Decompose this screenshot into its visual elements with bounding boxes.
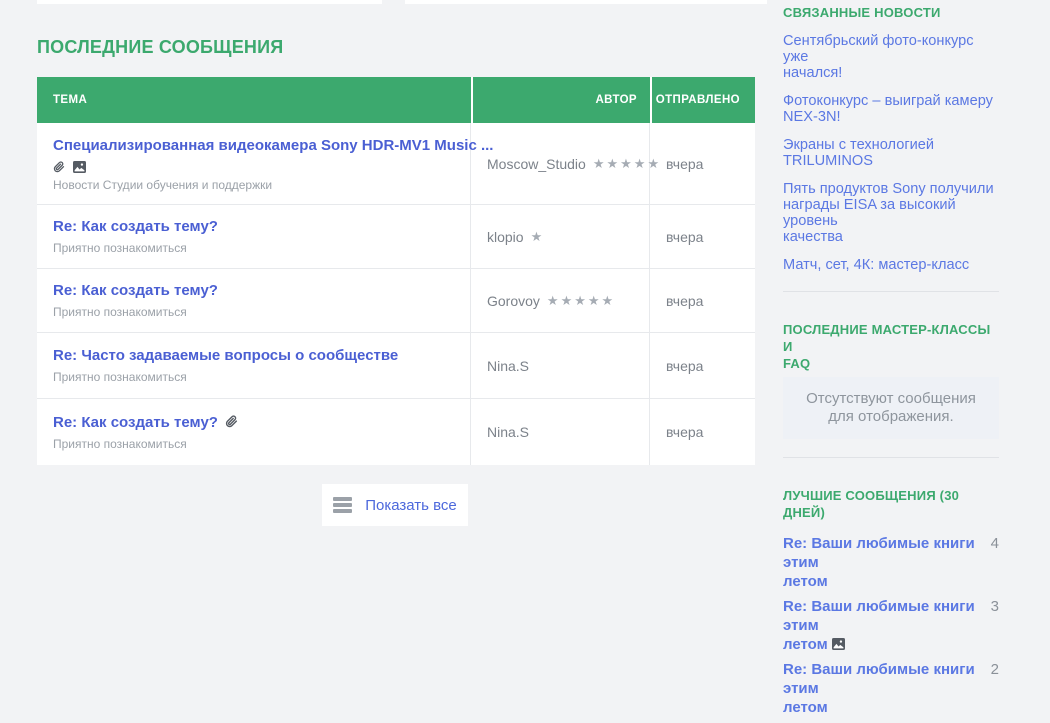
best-post-link[interactable]: Re: Ваши любимые книги этим летом xyxy=(783,534,983,591)
author-cell: Moscow_Studio ★★★★★ xyxy=(471,123,650,204)
author-cell: klopio ★ xyxy=(471,205,650,268)
author-link[interactable]: Nina.S xyxy=(487,358,529,374)
sidebar-divider xyxy=(783,457,999,458)
related-news-list: Сентябрьский фото-конкурс уже начался! Ф… xyxy=(783,33,999,273)
empty-state-message: Отсутствуют сообщения для отображения. xyxy=(797,390,985,426)
topic-board-label: Приятно познакомиться xyxy=(53,305,458,319)
show-all-button[interactable]: Показать все xyxy=(322,484,468,526)
topic-cell: Re: Часто задаваемые вопросы о сообществ… xyxy=(37,333,471,398)
rank-stars-icon: ★★★★★ xyxy=(547,293,615,309)
author-link[interactable]: Moscow_Studio xyxy=(487,156,586,172)
sent-cell: вчера xyxy=(650,123,755,204)
table-row: Re: Как создать тему? Приятно познакомит… xyxy=(37,399,755,465)
list-item: Re: Ваши любимые книги этим летом 4 xyxy=(783,534,999,591)
attachment-icons xyxy=(53,160,458,173)
column-header-sent: ОТПРАВЛЕНО xyxy=(650,77,755,123)
column-header-topic: ТЕМА xyxy=(37,77,471,123)
empty-state-panel: Отсутствуют сообщения для отображения. xyxy=(783,377,999,439)
table-header-row: ТЕМА АВТОР ОТПРАВЛЕНО xyxy=(37,77,755,123)
topic-link[interactable]: Re: Как создать тему? xyxy=(53,282,458,300)
news-link[interactable]: Пять продуктов Sony получили награды EIS… xyxy=(783,181,999,245)
table-row: Re: Как создать тему? Приятно познакомит… xyxy=(37,205,755,269)
image-icon xyxy=(832,638,845,650)
kudos-count: 2 xyxy=(991,660,999,679)
master-classes-heading: ПОСЛЕДНИЕ МАСТЕР-КЛАССЫ И FAQ xyxy=(783,321,999,372)
topic-link[interactable]: Re: Как создать тему? xyxy=(53,218,458,236)
author-cell: Nina.S xyxy=(471,333,650,398)
author-link[interactable]: Gorovoy xyxy=(487,293,540,309)
sent-cell: вчера xyxy=(650,205,755,268)
author-cell: Gorovoy ★★★★★ xyxy=(471,269,650,332)
author-link[interactable]: Nina.S xyxy=(487,424,529,440)
latest-posts-table: ТЕМА АВТОР ОТПРАВЛЕНО Специализированная… xyxy=(37,77,755,465)
sent-cell: вчера xyxy=(650,269,755,332)
table-row: Специализированная видеокамера Sony HDR-… xyxy=(37,123,755,205)
page-title: ПОСЛЕДНИЕ СООБЩЕНИЯ xyxy=(37,38,755,56)
list-icon xyxy=(333,497,352,513)
best-posts-list: Re: Ваши любимые книги этим летом 4 Re: … xyxy=(783,534,999,717)
topic-link[interactable]: Специализированная видеокамера Sony HDR-… xyxy=(53,137,458,155)
topic-link[interactable]: Re: Как создать тему? xyxy=(53,414,218,431)
kudos-count: 3 xyxy=(991,597,999,616)
topic-board-label: Приятно познакомиться xyxy=(53,241,458,255)
sent-cell: вчера xyxy=(650,333,755,398)
sent-cell: вчера xyxy=(650,399,755,465)
sidebar-divider xyxy=(783,291,999,292)
paperclip-icon xyxy=(53,160,65,173)
latest-posts-section: ПОСЛЕДНИЕ СООБЩЕНИЯ ТЕМА АВТОР ОТПРАВЛЕН… xyxy=(37,0,755,465)
related-news-heading: СВЯЗАННЫЕ НОВОСТИ xyxy=(783,4,999,21)
sidebar: СВЯЗАННЫЕ НОВОСТИ Сентябрьский фото-конк… xyxy=(783,0,999,723)
topic-cell: Re: Как создать тему? Приятно познакомит… xyxy=(37,205,471,268)
show-all-label: Показать все xyxy=(365,497,457,514)
topic-cell: Re: Как создать тему? Приятно познакомит… xyxy=(37,269,471,332)
news-link[interactable]: Экраны с технологией TRILUMINOS xyxy=(783,137,999,169)
topic-cell: Специализированная видеокамера Sony HDR-… xyxy=(37,123,471,204)
topic-cell: Re: Как создать тему? Приятно познакомит… xyxy=(37,399,471,465)
table-row: Re: Как создать тему? Приятно познакомит… xyxy=(37,269,755,333)
paperclip-icon xyxy=(225,414,238,428)
topic-board-label: Приятно познакомиться xyxy=(53,437,458,451)
table-row: Re: Часто задаваемые вопросы о сообществ… xyxy=(37,333,755,399)
author-link[interactable]: klopio xyxy=(487,229,524,245)
list-item: Re: Ваши любимые книги этим летом 3 xyxy=(783,597,999,654)
rank-stars-icon: ★ xyxy=(531,229,545,245)
best-post-link[interactable]: Re: Ваши любимые книги этим летом xyxy=(783,660,983,717)
best-posts-heading: ЛУЧШИЕ СООБЩЕНИЯ (30 ДНЕЙ) xyxy=(783,487,999,521)
kudos-count: 4 xyxy=(991,534,999,553)
news-link[interactable]: Фотоконкурс – выиграй камеру NEX-3N! xyxy=(783,93,999,125)
topic-board-label: Новости Студии обучения и поддержки xyxy=(53,178,458,192)
topic-board-label: Приятно познакомиться xyxy=(53,370,458,384)
topic-link[interactable]: Re: Часто задаваемые вопросы о сообществ… xyxy=(53,347,458,365)
best-post-link[interactable]: Re: Ваши любимые книги этим летом xyxy=(783,597,983,654)
news-link[interactable]: Матч, сет, 4К: мастер-класс xyxy=(783,257,999,273)
list-item: Re: Ваши любимые книги этим летом 2 xyxy=(783,660,999,717)
image-icon xyxy=(73,161,86,173)
author-cell: Nina.S xyxy=(471,399,650,465)
column-header-author: АВТОР xyxy=(471,77,650,123)
news-link[interactable]: Сентябрьский фото-конкурс уже начался! xyxy=(783,33,999,81)
